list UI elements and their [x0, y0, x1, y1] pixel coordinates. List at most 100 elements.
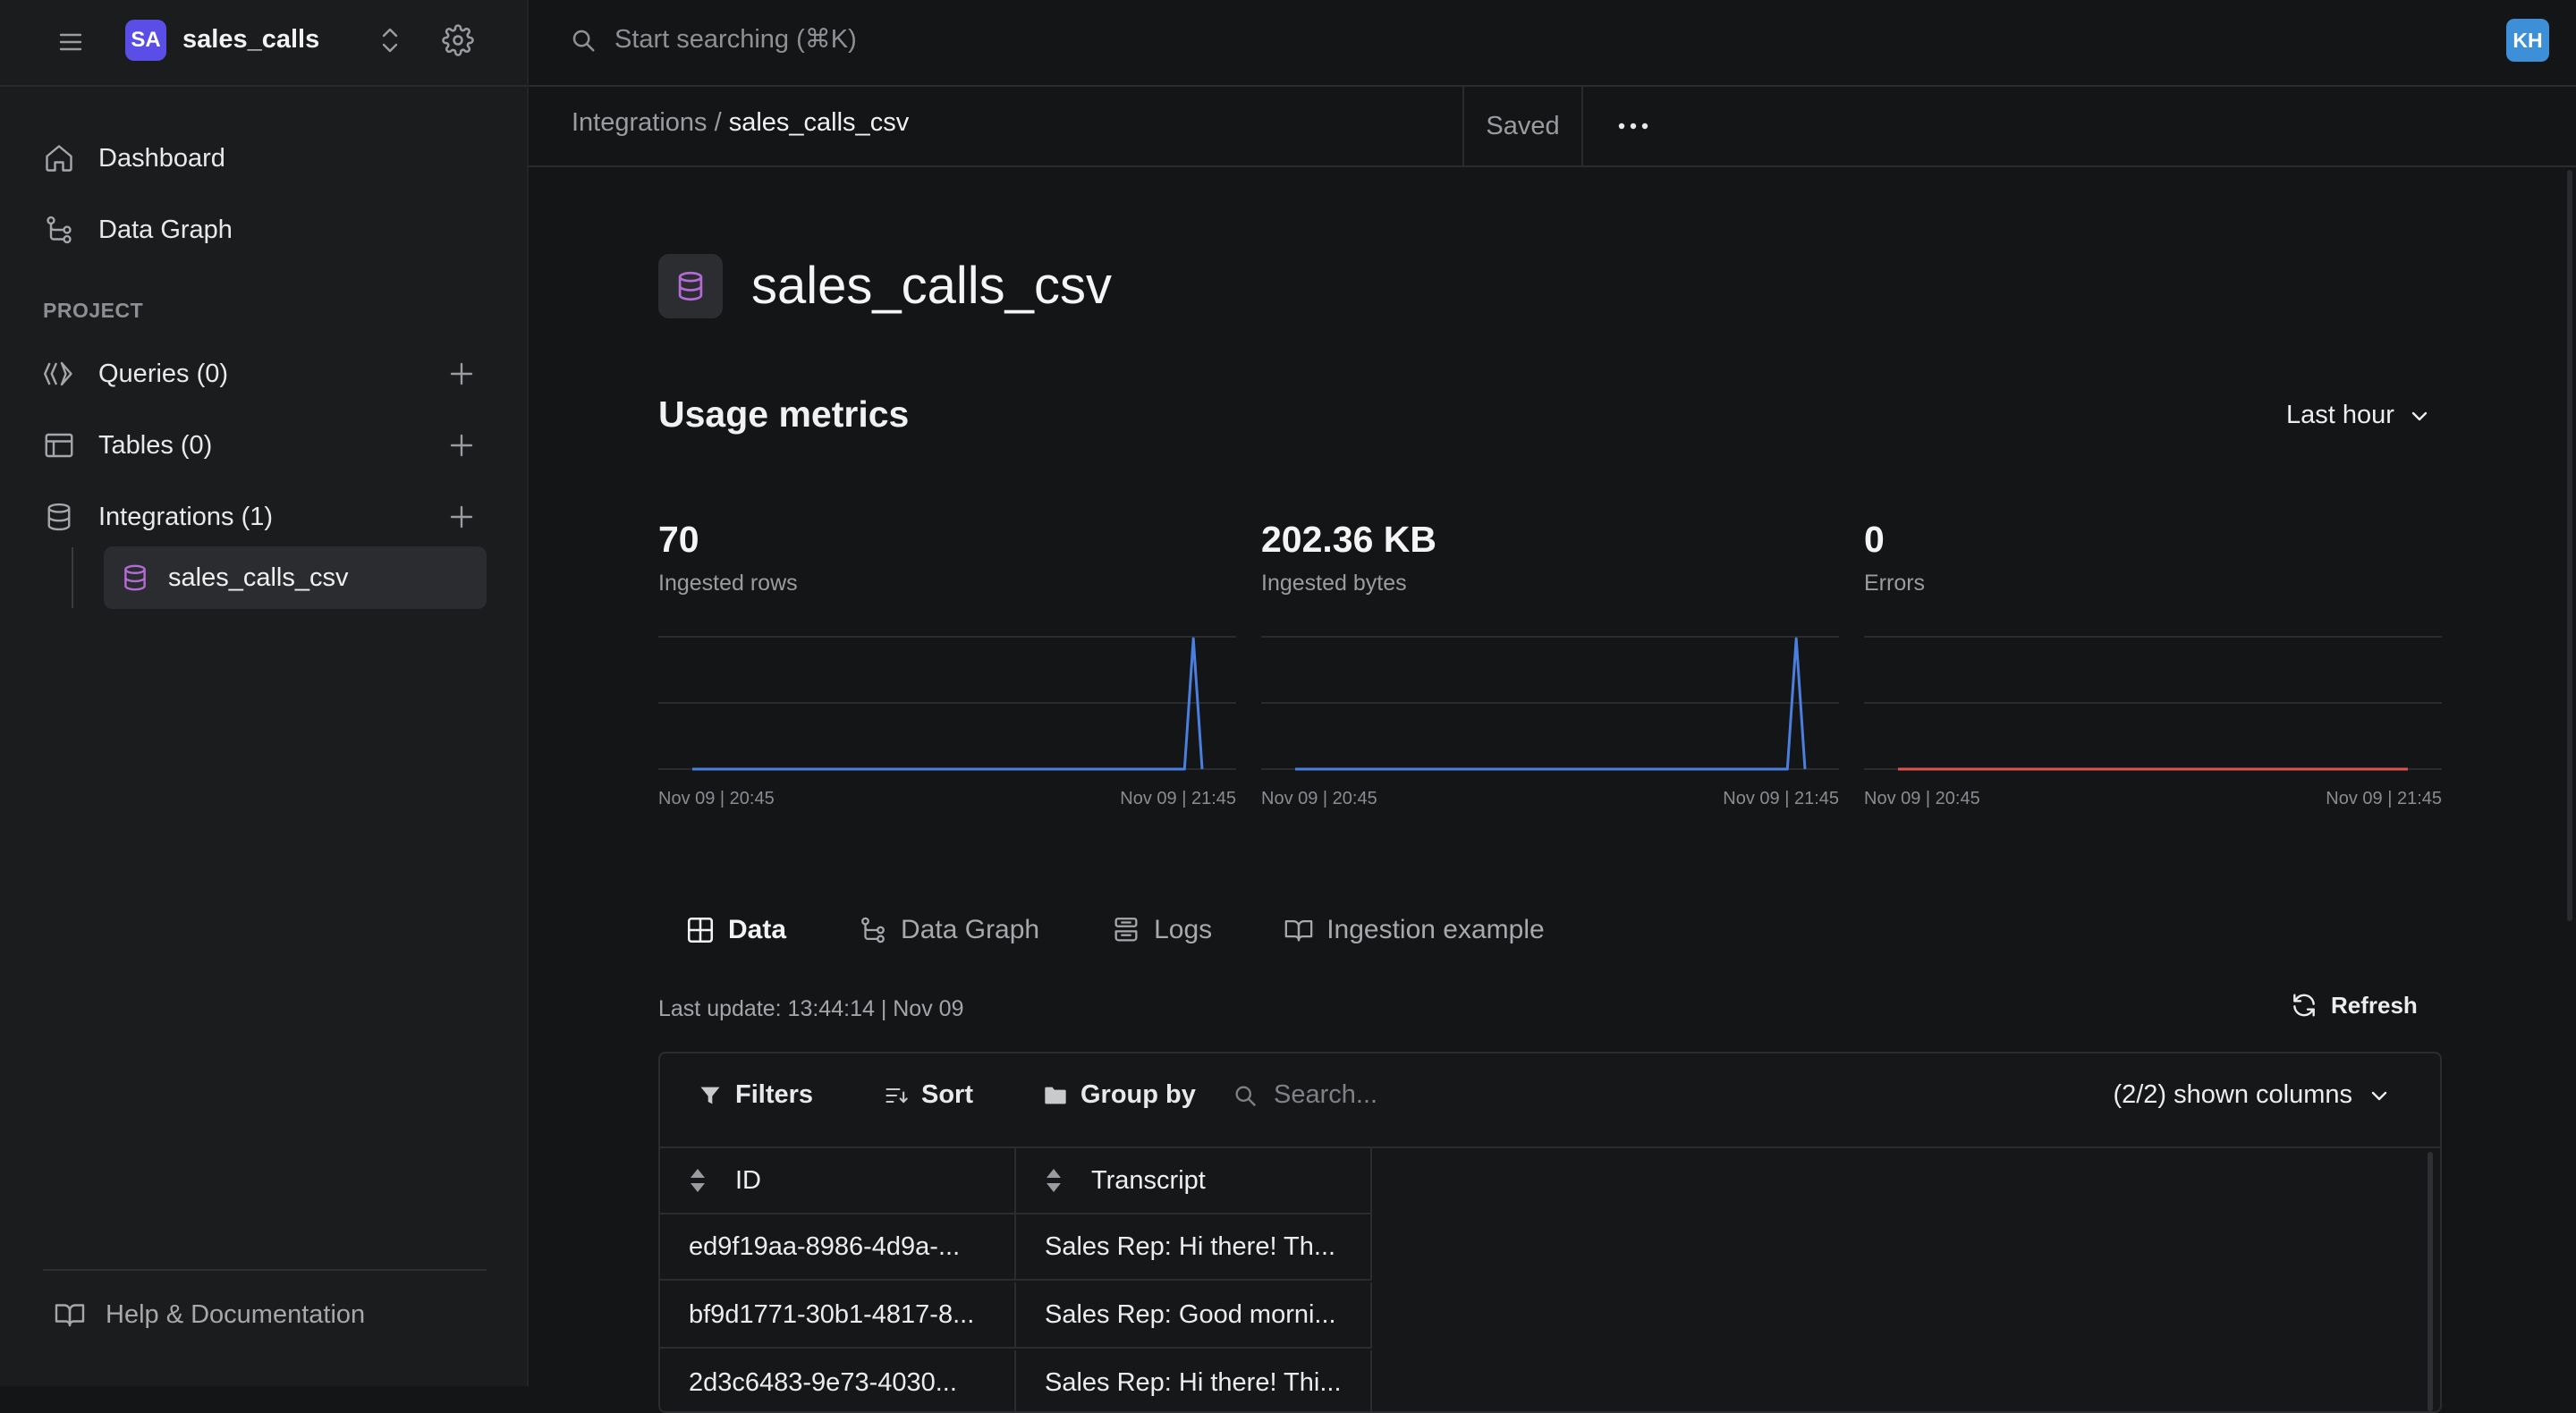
table-search-placeholder: Search... [1274, 1080, 1378, 1109]
filter-icon [698, 1083, 723, 1108]
metric-value: 70 [658, 519, 699, 560]
tab-data-graph[interactable]: Data Graph [858, 915, 1039, 945]
sparkline-axis: Nov 09 | 20:45 Nov 09 | 21:45 [658, 789, 1236, 809]
table-cell[interactable]: 2d3c6483-9e73-4030... [660, 1350, 1016, 1411]
tab-logs[interactable]: Logs [1111, 915, 1212, 945]
folder-icon [1043, 1083, 1068, 1108]
axis-end-label: Nov 09 | 21:45 [1120, 789, 1236, 808]
sparkline-ingested-rows [658, 636, 1236, 771]
content-tabs: Data Data Graph Logs Ingestion example [658, 903, 1616, 957]
table-search-input[interactable]: Search... [1233, 1080, 1377, 1110]
metric-label: Ingested rows [658, 571, 798, 596]
divider [43, 1269, 487, 1271]
sort-icon [884, 1083, 909, 1108]
tab-ingestion-example[interactable]: Ingestion example [1284, 915, 1545, 945]
refresh-label: Refresh [2331, 991, 2418, 1019]
time-range-select[interactable]: Last hour [2286, 401, 2430, 430]
sort-toggle-icon[interactable] [689, 1167, 707, 1194]
sidebar-item-label: Queries (0) [98, 359, 229, 388]
metric-ingested-bytes: 202.36 KB Ingested bytes [1261, 513, 1839, 597]
breadcrumb-parent[interactable]: Integrations [572, 108, 708, 137]
tree-connector [72, 547, 73, 608]
breadcrumb-current: sales_calls_csv [728, 108, 910, 137]
search-icon [570, 27, 597, 54]
data-table-panel: Filters Sort Group by Search... (2/2) sh… [658, 1052, 2442, 1413]
metric-errors: 0 Errors [1864, 513, 2442, 597]
workspace-name[interactable]: sales_calls [182, 21, 319, 57]
workspace-avatar[interactable]: SA [125, 20, 166, 61]
axis-start-label: Nov 09 | 20:45 [1864, 789, 1980, 808]
sparkline-errors [1864, 636, 2442, 771]
table-scrollbar[interactable] [2428, 1152, 2433, 1411]
global-search-input[interactable]: Start searching (⌘K) [614, 23, 857, 55]
sidebar-item-integrations[interactable]: Integrations (1) [41, 490, 485, 544]
refresh-button[interactable]: Refresh [2290, 991, 2418, 1020]
sidebar-item-queries[interactable]: Queries (0) [41, 347, 485, 401]
chevron-down-icon [2368, 1085, 2390, 1106]
save-status: Saved [1462, 87, 1583, 165]
search-icon [1233, 1083, 1258, 1108]
database-icon [41, 499, 77, 535]
tab-data[interactable]: Data [685, 915, 786, 945]
metric-label: Errors [1864, 571, 1926, 596]
add-integration-icon[interactable] [444, 499, 479, 535]
queries-icon [41, 356, 77, 392]
table-cell[interactable]: bf9d1771-30b1-4817-8... [660, 1282, 1016, 1349]
axis-end-label: Nov 09 | 21:45 [1723, 789, 1839, 808]
page-scrollbar[interactable] [2567, 170, 2572, 921]
page-title: sales_calls_csv [751, 257, 1112, 315]
chevron-down-icon [2409, 405, 2430, 427]
refresh-icon [2290, 991, 2318, 1020]
graph-icon [41, 212, 77, 248]
sidebar-item-label: Tables (0) [98, 430, 213, 460]
add-query-icon[interactable] [444, 356, 479, 392]
logs-icon [1111, 915, 1141, 945]
sort-button[interactable]: Sort [884, 1080, 973, 1110]
metric-ingested-rows: 70 Ingested rows [658, 513, 1236, 597]
sort-label: Sort [921, 1080, 973, 1109]
add-table-icon[interactable] [444, 427, 479, 463]
usage-metrics-heading: Usage metrics [658, 393, 910, 435]
home-icon [41, 140, 77, 176]
breadcrumb-separator: / [707, 108, 729, 137]
last-update-text: Last update: 13:44:14 | Nov 09 [658, 996, 964, 1021]
book-icon [1284, 915, 1314, 945]
sparkline-ingested-bytes [1261, 636, 1839, 771]
gear-icon[interactable] [442, 24, 474, 56]
book-icon [54, 1299, 86, 1331]
table-cell[interactable]: ed9f19aa-8986-4d9a-... [660, 1214, 1016, 1281]
group-by-label: Group by [1080, 1080, 1196, 1109]
top-bar: Start searching (⌘K) KH [529, 0, 2576, 87]
user-avatar[interactable]: KH [2506, 19, 2549, 62]
table-toolbar: Filters Sort Group by Search... (2/2) sh… [660, 1053, 2440, 1148]
table-cell[interactable]: Sales Rep: Hi there! Thi... [1016, 1350, 1372, 1411]
more-options-icon[interactable] [1584, 87, 1682, 165]
sparkline-axis: Nov 09 | 20:45 Nov 09 | 21:45 [1261, 789, 1839, 809]
table-cell[interactable]: Sales Rep: Good morni... [1016, 1282, 1372, 1349]
filters-label: Filters [735, 1080, 814, 1109]
section-label: PROJECT [43, 299, 144, 322]
table-cell[interactable]: Sales Rep: Hi there! Th... [1016, 1214, 1372, 1281]
column-header-transcript[interactable]: Transcript [1016, 1148, 1372, 1214]
tab-label: Ingestion example [1326, 915, 1545, 944]
breadcrumb-bar: Integrations / sales_calls_csv Saved [529, 87, 2576, 167]
breadcrumb: Integrations / sales_calls_csv [572, 108, 909, 138]
metric-label: Ingested bytes [1261, 571, 1407, 596]
menu-icon[interactable] [57, 29, 84, 55]
sort-toggle-icon[interactable] [1045, 1167, 1063, 1194]
sidebar-item-tables[interactable]: Tables (0) [41, 419, 485, 472]
filters-button[interactable]: Filters [698, 1080, 813, 1110]
column-header-label: ID [735, 1165, 761, 1195]
group-by-button[interactable]: Group by [1043, 1080, 1196, 1110]
help-documentation-link[interactable]: Help & Documentation [54, 1288, 365, 1341]
column-header-id[interactable]: ID [660, 1148, 1016, 1214]
sidebar-item-data-graph[interactable]: Data Graph [41, 203, 485, 257]
integration-icon [658, 254, 723, 318]
sidebar-item-sales-calls-csv[interactable]: sales_calls_csv [104, 546, 487, 609]
sidebar-item-dashboard[interactable]: Dashboard [41, 131, 485, 185]
grid-icon [685, 915, 716, 945]
time-range-label: Last hour [2286, 401, 2394, 429]
workspace-switch-icon[interactable] [376, 24, 404, 56]
shown-columns-select[interactable]: (2/2) shown columns [2113, 1080, 2390, 1110]
sidebar: SA sales_calls Dashboard Data Graph PROJ… [0, 0, 529, 1386]
